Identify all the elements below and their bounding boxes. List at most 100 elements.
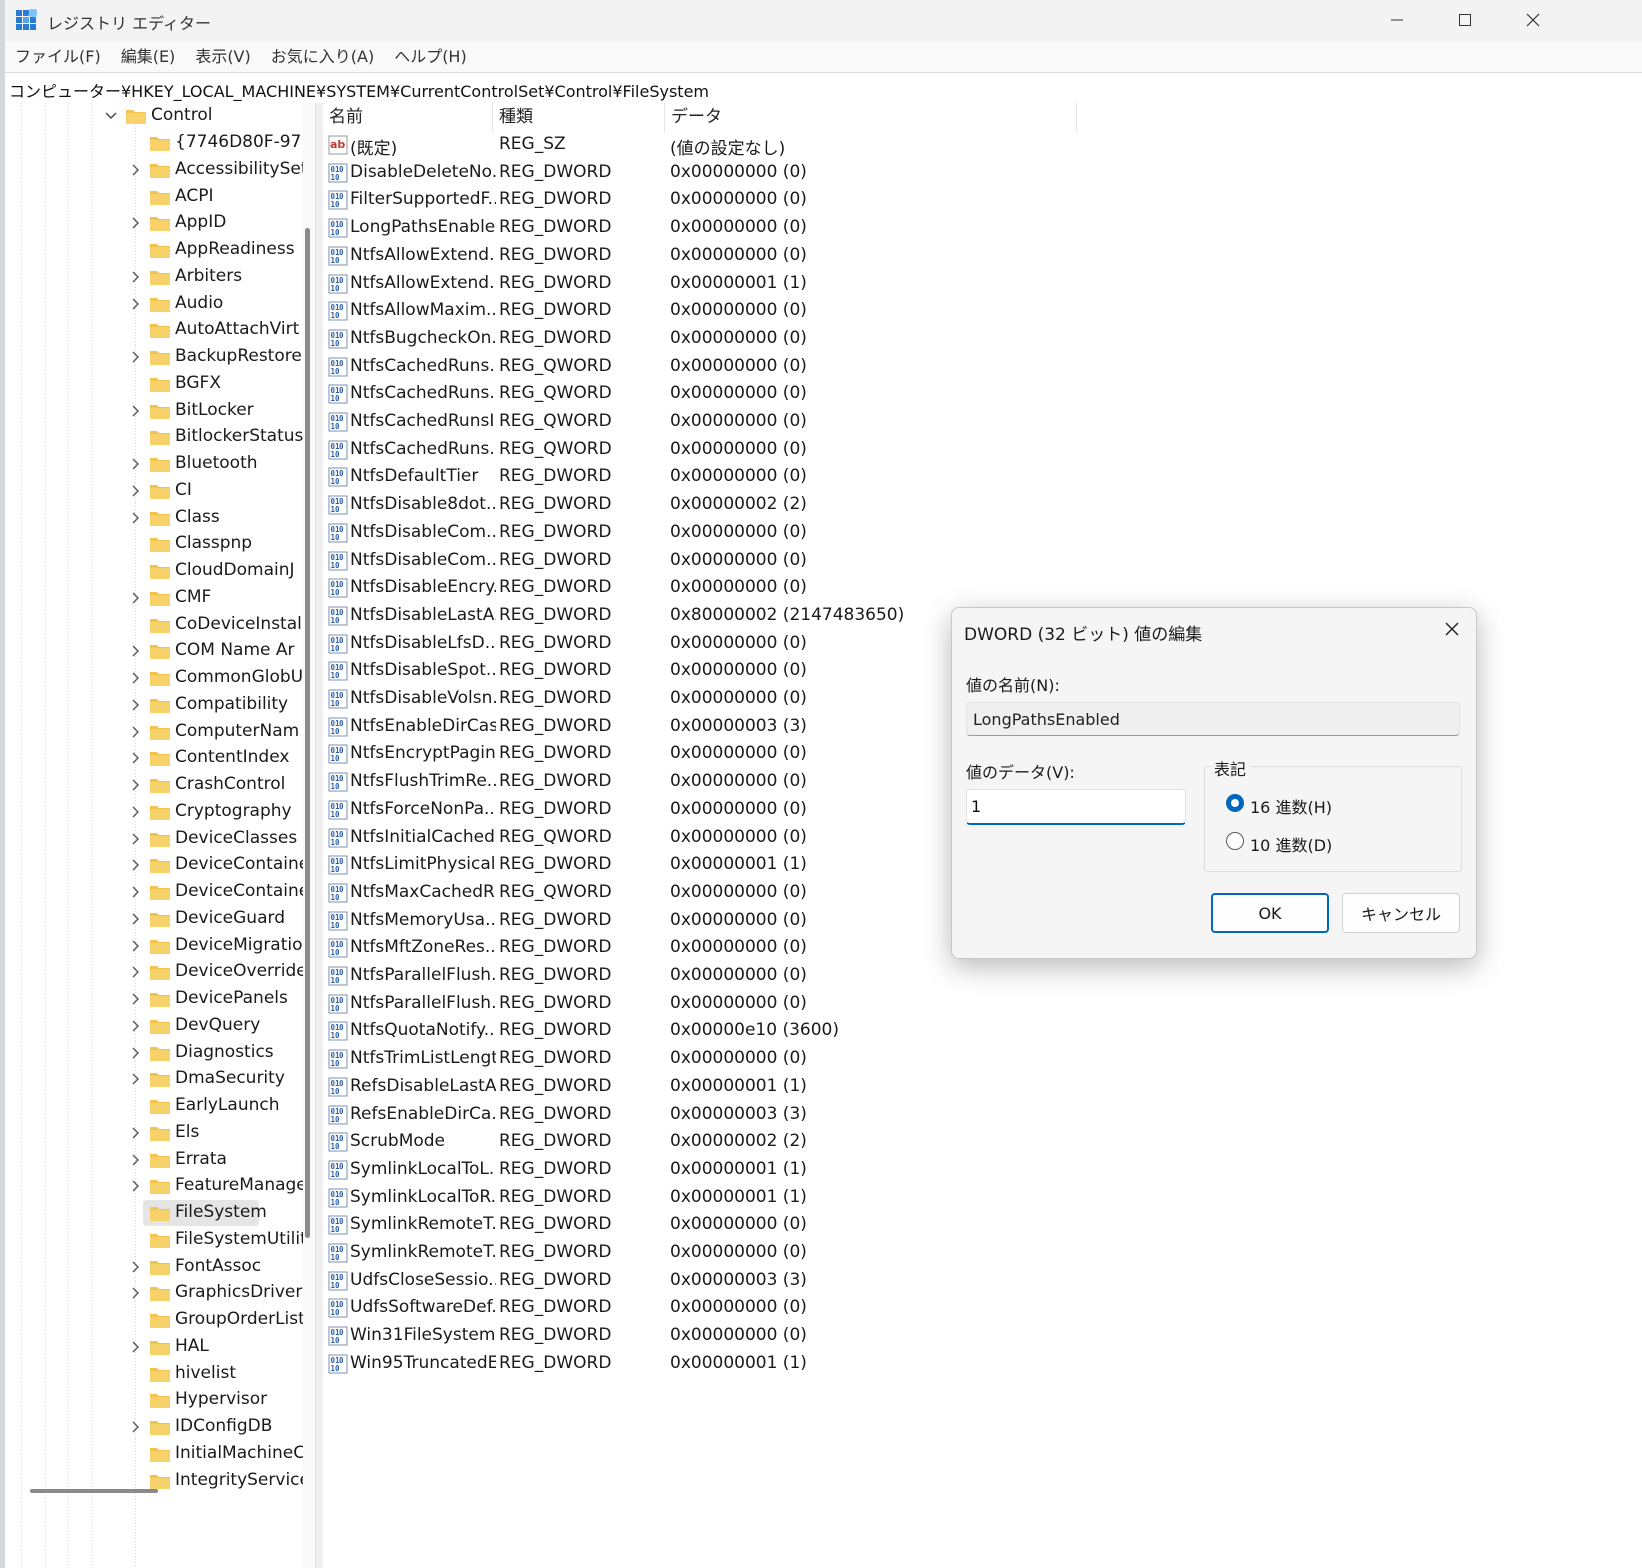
value-row[interactable]: 01 10 0 Win31FileSystem REG_DWORD 0x00000000 … — [323, 1322, 1223, 1350]
menu-favorites[interactable]: お気に入り(A) — [261, 42, 384, 72]
chevron-right-icon[interactable] — [129, 806, 141, 818]
chevron-right-icon[interactable] — [129, 1154, 141, 1166]
value-row[interactable]: ab (既定) REG_SZ (値の設定なし) — [323, 131, 1223, 159]
value-name: NtfsDisable8dot... — [350, 494, 496, 515]
value-type: REG_DWORD — [499, 189, 612, 210]
value-data: 0x00000001 (1) — [670, 272, 807, 293]
value-row[interactable]: 01 10 0 UdfsSoftwareDef... REG_DWORD 0x000000… — [323, 1294, 1223, 1322]
value-row[interactable]: 01 10 0 RefsEnableDirCa... REG_DWORD 0x000000… — [323, 1101, 1223, 1129]
value-name: UdfsSoftwareDef... — [350, 1297, 496, 1318]
chevron-right-icon[interactable] — [129, 1180, 141, 1192]
value-row[interactable]: 01 10 0 FilterSupportedF... REG_DWORD 0x00000… — [323, 186, 1223, 214]
chevron-right-icon[interactable] — [129, 993, 141, 1005]
close-window-button[interactable] — [1499, 0, 1567, 40]
chevron-right-icon[interactable] — [129, 833, 141, 845]
chevron-right-icon[interactable] — [129, 164, 141, 176]
binary-value-icon: 01100 — [328, 938, 348, 958]
maximize-button[interactable] — [1431, 0, 1499, 40]
chevron-right-icon[interactable] — [129, 298, 141, 310]
value-data: 0x00000000 (0) — [670, 244, 807, 265]
address-path[interactable]: コンピューター¥HKEY_LOCAL_MACHINE¥SYSTEM¥Curren… — [9, 78, 709, 102]
chevron-right-icon[interactable] — [129, 592, 141, 604]
value-row[interactable]: 01 10 0 NtfsDefaultTier REG_DWORD 0x00000000 … — [323, 463, 1223, 491]
value-row[interactable]: 01 10 0 NtfsDisableCom... REG_DWORD 0x0000000… — [323, 547, 1223, 575]
value-row[interactable]: 01 10 0 SymlinkRemoteT... REG_DWORD 0x0000000… — [323, 1239, 1223, 1267]
chevron-right-icon[interactable] — [129, 1127, 141, 1139]
tree-vertical-scroll-thumb[interactable] — [305, 228, 310, 1238]
value-row[interactable]: 01 10 0 NtfsDisableEncry... REG_DWORD 0x00000… — [323, 574, 1223, 602]
chevron-right-icon[interactable] — [129, 726, 141, 738]
value-row[interactable]: 01 10 0 SymlinkLocalToL... REG_DWORD 0x000000… — [323, 1156, 1223, 1184]
value-row[interactable]: 01100RefsDisableLastA...REG_DWORD 0x00000… — [323, 1073, 1223, 1101]
value-row[interactable]: 01 10 0 SymlinkRemoteT... REG_DWORD 0x0000000… — [323, 1211, 1223, 1239]
value-row[interactable]: 01 10 0 NtfsDisable8dot... REG_DWORD 0x000000… — [323, 491, 1223, 519]
tree-item-label: Class — [175, 506, 220, 527]
chevron-right-icon[interactable] — [129, 886, 141, 898]
radix-hex-radio[interactable] — [1226, 794, 1244, 812]
column-header-type[interactable]: 種類 — [493, 103, 665, 133]
chevron-right-icon[interactable] — [129, 699, 141, 711]
svg-text:0: 0 — [339, 1356, 344, 1365]
tree-horizontal-scroll-thumb[interactable] — [30, 1489, 158, 1493]
column-header-name[interactable]: 名前 — [323, 103, 493, 133]
value-row[interactable]: 01 10 0 ScrubMode REG_DWORD 0x00000002 (2) — [323, 1128, 1223, 1156]
value-row[interactable]: 01 10 0 NtfsCachedRuns... REG_QWORD 0x0000000… — [323, 353, 1223, 381]
chevron-right-icon[interactable] — [129, 351, 141, 363]
value-row[interactable]: 01 10 0 NtfsParallelFlush... REG_DWORD 0x0000… — [323, 962, 1223, 990]
chevron-right-icon[interactable] — [129, 779, 141, 791]
chevron-right-icon[interactable] — [129, 512, 141, 524]
binary-value-icon: 01100 — [328, 1160, 348, 1180]
chevron-right-icon[interactable] — [129, 1287, 141, 1299]
chevron-right-icon[interactable] — [129, 1341, 141, 1353]
chevron-right-icon[interactable] — [129, 485, 141, 497]
chevron-right-icon[interactable] — [129, 752, 141, 764]
chevron-right-icon[interactable] — [129, 859, 141, 871]
chevron-down-icon[interactable] — [105, 110, 117, 122]
value-row[interactable]: 01 10 0 NtfsDisableCom... REG_DWORD 0x0000000… — [323, 519, 1223, 547]
chevron-right-icon[interactable] — [129, 1073, 141, 1085]
value-row[interactable]: 01 10 0 NtfsAllowMaxim... REG_DWORD 0x0000000… — [323, 297, 1223, 325]
menu-help[interactable]: ヘルプ(H) — [384, 42, 477, 72]
value-row[interactable]: 01 10 0 NtfsParallelFlush... REG_DWORD 0x0000… — [323, 990, 1223, 1018]
value-row[interactable]: 01 10 0 NtfsCachedRunsI... REG_QWORD 0x000000… — [323, 408, 1223, 436]
value-data-input[interactable] — [966, 789, 1186, 825]
radix-dec-radio[interactable] — [1226, 832, 1244, 850]
chevron-right-icon[interactable] — [129, 966, 141, 978]
chevron-right-icon[interactable] — [129, 672, 141, 684]
chevron-right-icon[interactable] — [129, 405, 141, 417]
dialog-close-button[interactable] — [1436, 616, 1468, 642]
value-row[interactable]: 01 10 0 DisableDeleteNo... REG_DWORD 0x000000… — [323, 159, 1223, 187]
value-row[interactable]: 01 10 0 UdfsCloseSessio... REG_DWORD 0x000000… — [323, 1267, 1223, 1295]
value-row[interactable]: 01 10 0 NtfsBugcheckOn... REG_DWORD 0x0000000… — [323, 325, 1223, 353]
address-bar[interactable]: コンピューター¥HKEY_LOCAL_MACHINE¥SYSTEM¥Curren… — [5, 72, 1642, 104]
radix-hex-label[interactable]: 16 進数(H) — [1250, 794, 1332, 818]
chevron-right-icon[interactable] — [129, 940, 141, 952]
menu-view[interactable]: 表示(V) — [185, 42, 260, 72]
radix-dec-label[interactable]: 10 進数(D) — [1250, 832, 1332, 856]
chevron-right-icon[interactable] — [129, 458, 141, 470]
minimize-button[interactable] — [1363, 0, 1431, 40]
value-row[interactable]: 01 10 0 NtfsCachedRuns... REG_QWORD 0x0000000… — [323, 380, 1223, 408]
value-row[interactable]: 01 10 0 NtfsQuotaNotify... REG_DWORD 0x00000e… — [323, 1017, 1223, 1045]
value-row[interactable]: 01 10 0 NtfsCachedRuns... REG_QWORD 0x0000000… — [323, 436, 1223, 464]
chevron-right-icon[interactable] — [129, 913, 141, 925]
column-header-data[interactable]: データ — [665, 103, 1077, 133]
chevron-right-icon[interactable] — [129, 271, 141, 283]
chevron-right-icon[interactable] — [129, 1047, 141, 1059]
value-row[interactable]: 01 10 0 LongPathsEnabled REG_DWORD 0x00000000… — [323, 214, 1223, 242]
value-row[interactable]: 01 10 0 NtfsAllowExtend... REG_DWORD 0x000000… — [323, 270, 1223, 298]
value-row[interactable]: 01 10 0 SymlinkLocalToR... REG_DWORD 0x000000… — [323, 1184, 1223, 1212]
chevron-right-icon[interactable] — [129, 1421, 141, 1433]
svg-text:10: 10 — [331, 588, 341, 597]
cancel-button[interactable]: キャンセル — [1342, 893, 1460, 933]
chevron-right-icon[interactable] — [129, 217, 141, 229]
value-row[interactable]: 01100Win95TruncatedE...REG_DWORD 0x000000… — [323, 1350, 1223, 1378]
chevron-right-icon[interactable] — [129, 645, 141, 657]
value-row[interactable]: 01 10 0 NtfsAllowExtend... REG_DWORD 0x000000… — [323, 242, 1223, 270]
ok-button[interactable]: OK — [1211, 893, 1329, 933]
value-row[interactable]: 01100NtfsTrimListLengt...REG_DWORD 0x0000… — [323, 1045, 1223, 1073]
menu-edit[interactable]: 編集(E) — [111, 42, 186, 72]
menu-file[interactable]: ファイル(F) — [5, 42, 111, 72]
chevron-right-icon[interactable] — [129, 1261, 141, 1273]
chevron-right-icon[interactable] — [129, 1020, 141, 1032]
